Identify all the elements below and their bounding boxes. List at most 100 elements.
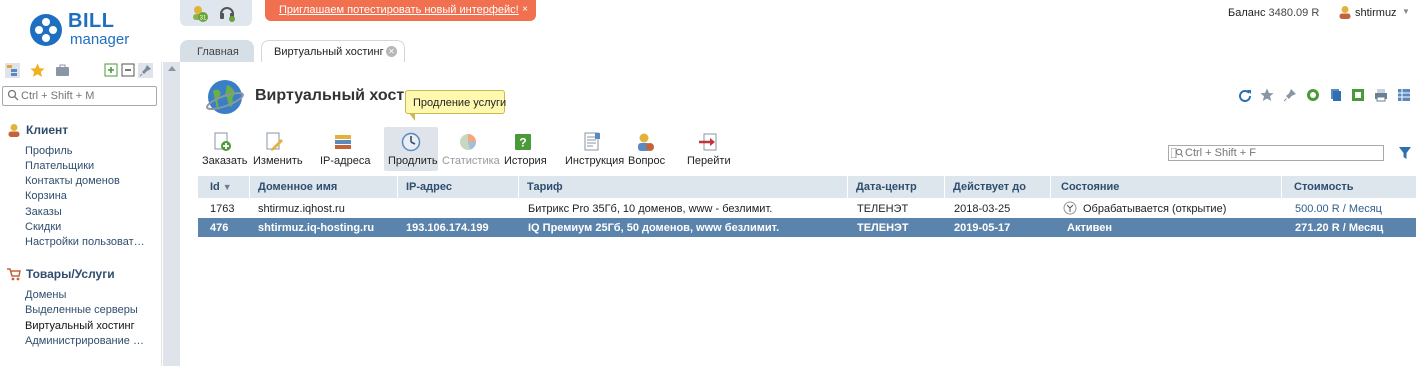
sidebar-item-domains[interactable]: Домены bbox=[25, 289, 66, 301]
sidebar-item-cart[interactable]: Корзина bbox=[25, 190, 67, 202]
column-header-valid-until[interactable]: Действует до bbox=[945, 176, 1051, 198]
column-header-domain[interactable]: Доменное имя bbox=[250, 176, 398, 198]
filter-search-icon bbox=[1171, 148, 1183, 158]
sort-desc-icon: ▼ bbox=[222, 182, 232, 192]
edit-icon bbox=[266, 132, 283, 151]
history-button[interactable]: ? История bbox=[500, 127, 547, 171]
instruction-label: Инструкция bbox=[565, 155, 625, 167]
question-label: Вопрос bbox=[628, 155, 666, 167]
help-globe-icon[interactable] bbox=[1306, 88, 1320, 102]
cell-tariff: Битрикс Pro 35Гб, 10 доменов, www - безл… bbox=[528, 203, 773, 215]
promo-close-button[interactable]: × bbox=[522, 4, 528, 15]
renew-icon bbox=[401, 132, 421, 152]
sidebar-item-profile[interactable]: Профиль bbox=[25, 145, 73, 157]
tab-close-icon[interactable]: ✕ bbox=[386, 46, 397, 57]
sidebar-item-payers[interactable]: Плательщики bbox=[25, 160, 94, 172]
filter-icon[interactable] bbox=[1398, 146, 1412, 160]
expand-all-icon[interactable] bbox=[104, 63, 119, 78]
cell-valid-until: 2019-05-17 bbox=[954, 222, 1011, 234]
tab-virtual-hosting-label: Виртуальный хостинг bbox=[274, 46, 384, 58]
ip-addresses-button[interactable]: IP-адреса bbox=[316, 127, 371, 171]
tree-view-icon[interactable] bbox=[5, 63, 20, 78]
goto-button[interactable]: Перейти bbox=[684, 127, 732, 171]
main-content: Виртуальный хостинг Заказать Изменить IP… bbox=[180, 62, 1422, 366]
tooltip-text: Продление услуги bbox=[413, 97, 507, 109]
sidebar-item-domain-contacts[interactable]: Контакты доменов bbox=[25, 175, 120, 187]
column-header-id[interactable]: Id ▼ bbox=[198, 176, 250, 198]
sidebar-toolbar bbox=[0, 62, 162, 80]
statistics-button[interactable]: Статистика bbox=[440, 127, 500, 171]
refresh-icon[interactable] bbox=[1238, 88, 1252, 102]
price-link[interactable]: 500.00 R / Месяц bbox=[1295, 203, 1382, 215]
instruction-button[interactable]: Инструкция bbox=[562, 127, 624, 171]
cell-status: Активен bbox=[1067, 222, 1112, 234]
cell-price: 271.20 R / Месяц bbox=[1282, 218, 1416, 237]
sidebar-search-input[interactable] bbox=[21, 89, 153, 103]
username: shtirmuz bbox=[1355, 7, 1397, 19]
history-label: История bbox=[504, 155, 547, 167]
cell-status-text: Обрабатывается (открытие) bbox=[1083, 203, 1227, 215]
globe-icon bbox=[206, 80, 244, 114]
star-icon[interactable] bbox=[1260, 88, 1274, 102]
print-icon[interactable] bbox=[1374, 88, 1388, 102]
ip-addresses-label: IP-адреса bbox=[320, 155, 371, 167]
renew-button[interactable]: Продлить bbox=[384, 127, 438, 171]
question-button[interactable]: Вопрос bbox=[624, 127, 666, 171]
edit-button[interactable]: Изменить bbox=[250, 127, 303, 171]
tab-virtual-hosting[interactable]: Виртуальный хостинг ✕ bbox=[261, 40, 405, 62]
notification-badge: 31 bbox=[200, 16, 207, 22]
sidebar-group-client-label: Клиент bbox=[26, 123, 69, 137]
column-header-status[interactable]: Состояние bbox=[1051, 176, 1282, 198]
table-row[interactable]: 1763 shtirmuz.iqhost.ru Битрикс Pro 35Гб… bbox=[198, 199, 1416, 218]
cell-status: Обрабатывается (открытие) bbox=[1051, 199, 1282, 218]
support-headset-icon[interactable] bbox=[218, 4, 236, 22]
column-header-ip[interactable]: IP-адрес bbox=[398, 176, 519, 198]
top-bar: BILL manager 31 Приглашаем потестировать… bbox=[0, 0, 1422, 62]
sidebar-item-discounts[interactable]: Скидки bbox=[25, 221, 61, 233]
notification-users-icon[interactable]: 31 bbox=[190, 4, 208, 22]
tab-home-label: Главная bbox=[197, 46, 239, 58]
cell-price: 500.00 R / Месяц bbox=[1282, 199, 1416, 218]
collapse-all-icon[interactable] bbox=[121, 63, 136, 78]
pin-icon[interactable] bbox=[138, 63, 153, 78]
sidebar-group-products-label: Товары/Услуги bbox=[26, 267, 115, 281]
billmanager-logo[interactable]: BILL manager bbox=[30, 10, 140, 50]
sidebar-splitter[interactable] bbox=[163, 62, 180, 366]
statistics-label: Статистика bbox=[442, 155, 500, 167]
column-header-price[interactable]: Стоимость bbox=[1282, 176, 1416, 198]
settings-table-icon[interactable] bbox=[1397, 88, 1411, 102]
cell-ip: 193.106.174.199 bbox=[406, 222, 489, 234]
cell-tariff: IQ Премиум 25Гб, 50 доменов, www безлими… bbox=[528, 222, 780, 234]
cell-id: 1763 bbox=[210, 203, 235, 215]
column-header-datacenter[interactable]: Дата-центр bbox=[848, 176, 945, 198]
promo-link[interactable]: Приглашаем потестировать новый интерфейс… bbox=[279, 4, 519, 16]
price-link[interactable]: 271.20 R / Месяц bbox=[1295, 222, 1383, 234]
tab-home[interactable]: Главная bbox=[180, 40, 254, 62]
table-filter-input[interactable] bbox=[1185, 147, 1381, 159]
search-icon bbox=[7, 89, 19, 101]
pin-icon[interactable] bbox=[1283, 88, 1297, 102]
column-header-id-label: Id bbox=[210, 181, 220, 193]
sidebar-item-virtual-hosting[interactable]: Виртуальный хостинг bbox=[25, 320, 135, 332]
order-button[interactable]: Заказать bbox=[198, 127, 248, 171]
column-header-tariff[interactable]: Тариф bbox=[519, 176, 848, 198]
table-row-selected[interactable]: 476 shtirmuz.iq-hosting.ru 193.106.174.1… bbox=[198, 218, 1416, 237]
sidebar-item-orders[interactable]: Заказы bbox=[25, 206, 62, 218]
favorites-star-icon[interactable] bbox=[30, 63, 45, 78]
tooltip: Продление услуги bbox=[405, 90, 507, 121]
collapse-arrow-icon[interactable] bbox=[168, 66, 176, 71]
chevron-down-icon: ▼ bbox=[1402, 7, 1410, 16]
table-header: Id ▼ Доменное имя IP-адрес Тариф Дата-цен… bbox=[198, 176, 1416, 198]
sidebar-item-user-settings[interactable]: Настройки пользоват… bbox=[25, 236, 145, 248]
briefcase-icon[interactable] bbox=[55, 63, 70, 78]
order-label: Заказать bbox=[202, 155, 248, 167]
goto-label: Перейти bbox=[687, 155, 731, 167]
sidebar-item-dedicated-servers[interactable]: Выделенные серверы bbox=[25, 304, 138, 316]
export-excel-icon[interactable] bbox=[1351, 88, 1365, 102]
ip-icon bbox=[335, 135, 351, 149]
cell-id: 476 bbox=[210, 222, 229, 234]
copy-icon[interactable] bbox=[1329, 88, 1343, 102]
sidebar-item-administration[interactable]: Администрирование … bbox=[25, 335, 144, 347]
svg-text:?: ? bbox=[519, 136, 526, 150]
cell-ip bbox=[398, 199, 519, 218]
